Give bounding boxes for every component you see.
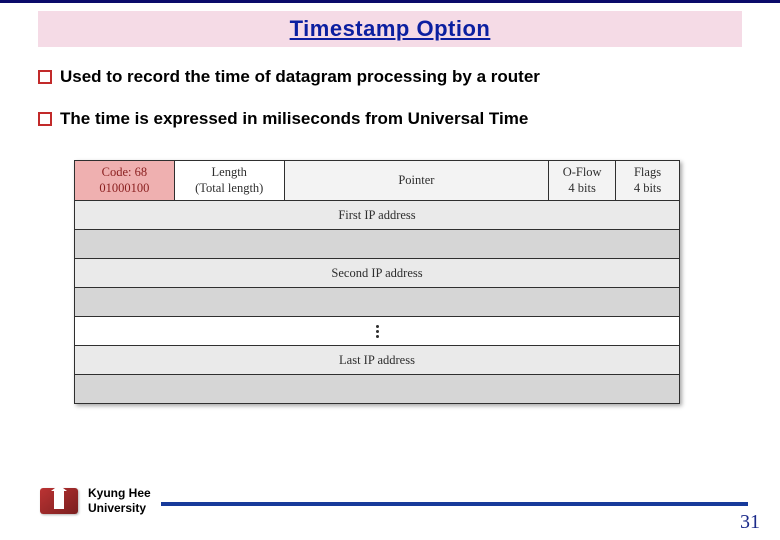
row-empty [75, 288, 680, 317]
timestamp-option-diagram: Code: 68 01000100 Length (Total length) … [74, 160, 680, 404]
row-label: Last IP address [339, 353, 415, 368]
page-number: 31 [740, 511, 760, 534]
bullet-item: Used to record the time of datagram proc… [38, 67, 540, 87]
header-code-cell: Code: 68 01000100 [75, 161, 175, 200]
pointer-label: Pointer [398, 173, 434, 189]
length-sub: (Total length) [195, 181, 263, 197]
row-first-ip: First IP address [75, 201, 680, 230]
vertical-ellipsis-icon [75, 317, 680, 346]
bullet-text: Used to record the time of datagram proc… [60, 67, 540, 87]
university-line2: University [88, 501, 151, 516]
bullet-text: The time is expressed in miliseconds fro… [60, 109, 528, 129]
header-pointer-cell: Pointer [285, 161, 550, 200]
university-line1: Kyung Hee [88, 486, 151, 501]
top-accent-bar [0, 0, 780, 3]
flags-label: Flags [634, 165, 661, 181]
row-empty [75, 375, 680, 404]
row-second-ip: Second IP address [75, 259, 680, 288]
bullet-item: The time is expressed in miliseconds fro… [38, 109, 528, 129]
header-flags-cell: Flags 4 bits [616, 161, 680, 200]
code-binary: 01000100 [99, 181, 149, 197]
row-label: First IP address [338, 208, 415, 223]
title-bar: Timestamp Option [38, 11, 742, 47]
header-length-cell: Length (Total length) [175, 161, 285, 200]
flags-sub: 4 bits [634, 181, 661, 197]
oflow-sub: 4 bits [568, 181, 595, 197]
row-empty [75, 230, 680, 259]
slide-footer: Kyung Hee University [38, 486, 748, 516]
code-label: Code: 68 [102, 165, 147, 181]
row-label: Second IP address [331, 266, 422, 281]
university-logo-icon [38, 486, 80, 516]
square-bullet-icon [38, 70, 52, 84]
footer-divider [161, 502, 748, 506]
oflow-label: O-Flow [563, 165, 602, 181]
slide-title: Timestamp Option [290, 16, 491, 42]
row-last-ip: Last IP address [75, 346, 680, 375]
university-name: Kyung Hee University [88, 486, 151, 516]
square-bullet-icon [38, 112, 52, 126]
diagram-header-row: Code: 68 01000100 Length (Total length) … [75, 160, 680, 201]
header-oflow-cell: O-Flow 4 bits [549, 161, 616, 200]
length-label: Length [212, 165, 247, 181]
